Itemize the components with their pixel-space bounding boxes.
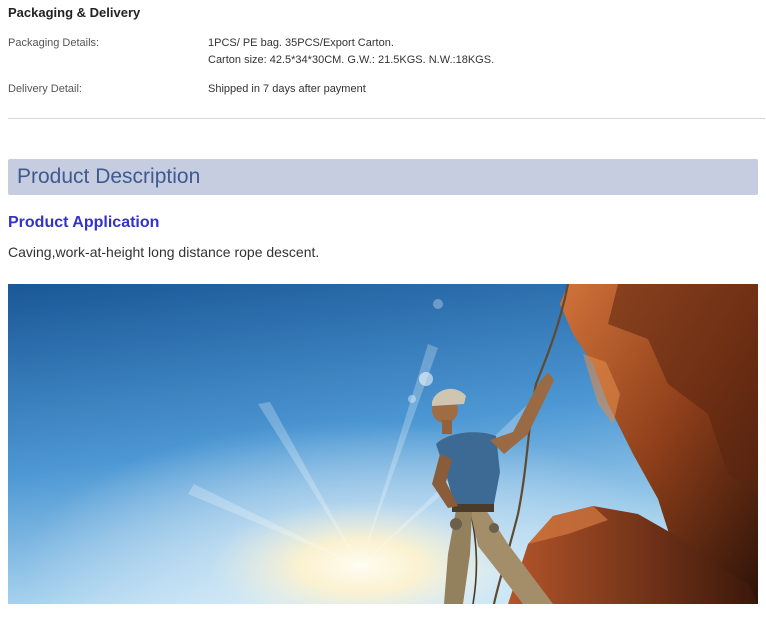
climber-photo-illustration	[8, 284, 758, 604]
climber-photo	[8, 284, 758, 604]
packaging-details-line: Carton size: 42.5*34*30CM. G.W.: 21.5KGS…	[208, 54, 495, 66]
product-application-title: Product Application	[8, 214, 160, 231]
delivery-detail-value: Shipped in 7 days after payment	[208, 81, 748, 98]
section-divider	[8, 118, 765, 119]
delivery-detail-label: Delivery Detail:	[8, 83, 82, 95]
product-description-title: Product Description	[17, 165, 201, 188]
packaging-details-label: Packaging Details:	[8, 37, 100, 49]
delivery-detail-line: Shipped in 7 days after payment	[208, 83, 366, 95]
product-detail-page: Packaging & Delivery Packaging Details: …	[0, 0, 766, 619]
packaging-details-line: 1PCS/ PE bag. 35PCS/Export Carton.	[208, 37, 394, 49]
packaging-delivery-title: Packaging & Delivery	[8, 5, 141, 20]
product-description-bar: Product Description	[8, 159, 758, 195]
packaging-details-value: 1PCS/ PE bag. 35PCS/Export Carton. Carto…	[208, 35, 748, 69]
product-application-text: Caving,work-at-height long distance rope…	[8, 244, 320, 260]
